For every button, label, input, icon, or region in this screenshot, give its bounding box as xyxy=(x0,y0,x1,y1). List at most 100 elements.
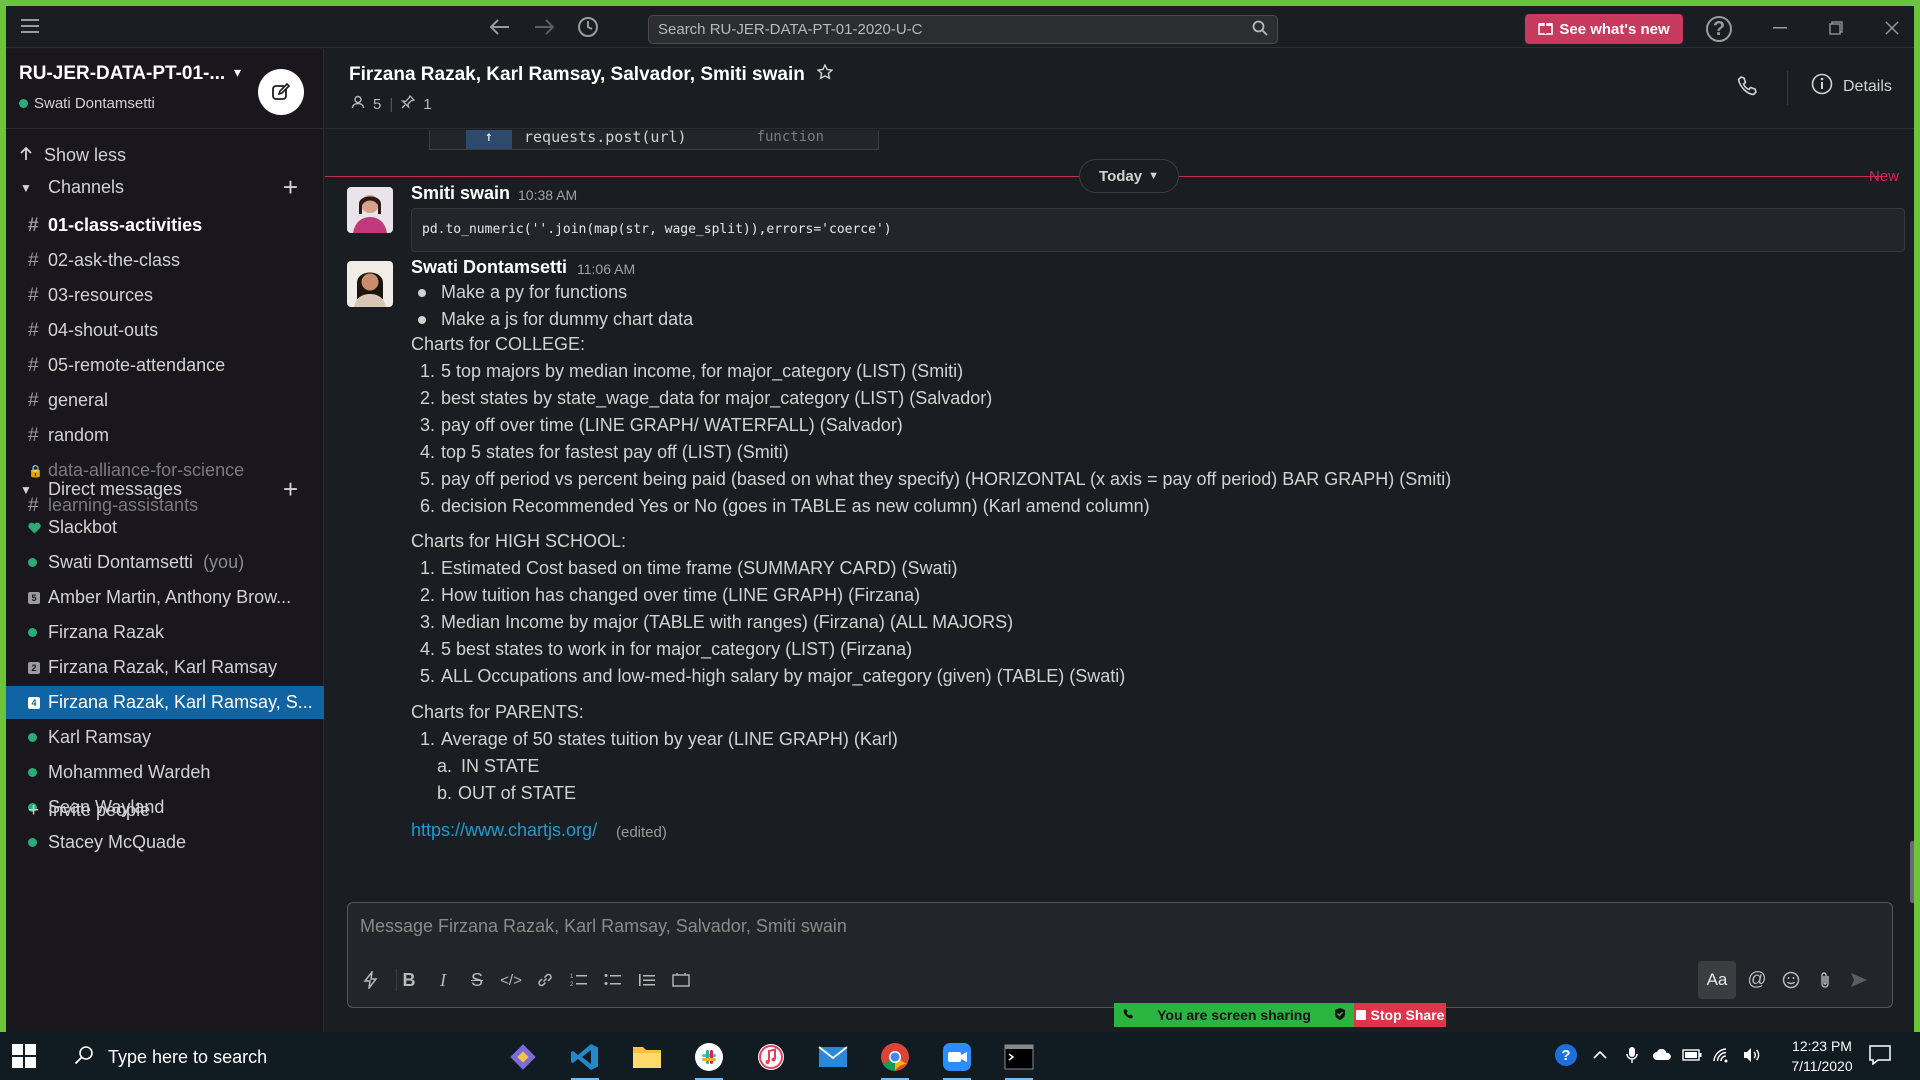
sidebar-dm-item[interactable]: Stacey McQuade xyxy=(6,826,324,859)
sidebar-dm-item[interactable]: Slackbot xyxy=(6,511,324,544)
sidebar-dm-item[interactable]: 5 Amber Martin, Anthony Brow... xyxy=(6,581,324,614)
file-explorer-icon[interactable] xyxy=(629,1039,665,1075)
pin-count[interactable]: 1 xyxy=(423,96,431,113)
add-channel-icon[interactable]: + xyxy=(283,172,298,203)
svg-text:?: ? xyxy=(1561,1047,1570,1064)
composer-placeholder[interactable]: Message Firzana Razak, Karl Ramsay, Salv… xyxy=(360,916,847,937)
mention-icon[interactable]: @ xyxy=(1742,965,1772,995)
compose-button[interactable] xyxy=(258,69,304,115)
help-tray-icon[interactable]: ? xyxy=(1554,1042,1578,1068)
code-icon[interactable]: </> xyxy=(496,965,526,995)
chrome-app-icon[interactable] xyxy=(877,1039,913,1080)
details-button[interactable]: Details xyxy=(1811,73,1892,100)
group-count-icon: 5 xyxy=(28,591,40,604)
close-icon[interactable] xyxy=(1880,16,1904,40)
sidebar-dm-item[interactable]: Mohammed Wardeh xyxy=(6,756,324,789)
scrollbar-thumb[interactable] xyxy=(1910,841,1914,903)
taskbar-search[interactable]: Type here to search xyxy=(62,1038,482,1076)
list-item: pay off over time (LINE GRAPH/ WATERFALL… xyxy=(441,415,903,435)
sidebar-channel-02-ask-the-class[interactable]: #02-ask-the-class xyxy=(6,244,324,277)
itunes-app-icon[interactable] xyxy=(753,1039,789,1075)
sidebar-channel-random[interactable]: # random xyxy=(6,419,324,452)
list-number: 1. xyxy=(419,729,435,749)
conversation-title[interactable]: Firzana Razak, Karl Ramsay, Salvador, Sm… xyxy=(349,63,834,86)
message-timestamp[interactable]: 10:38 AM xyxy=(518,187,577,203)
stop-share-button[interactable]: Stop Share xyxy=(1354,1003,1446,1027)
shortcuts-lightning-icon[interactable] xyxy=(356,965,386,995)
git-app-icon[interactable] xyxy=(505,1039,541,1075)
pin-icon[interactable] xyxy=(400,94,416,113)
message-composer[interactable]: Message Firzana Razak, Karl Ramsay, Salv… xyxy=(347,902,1893,1008)
mail-app-icon[interactable] xyxy=(815,1039,851,1075)
sidebar-channel-general[interactable]: # general xyxy=(6,384,324,417)
message-sender[interactable]: Smiti swain xyxy=(411,183,510,204)
sidebar-channel-04-shout-outs[interactable]: #04-shout-outs xyxy=(6,314,324,347)
message-link[interactable]: https://www.chartjs.org/ xyxy=(411,820,597,841)
link-icon[interactable] xyxy=(530,965,560,995)
members-icon[interactable] xyxy=(351,95,365,113)
sidebar-dm-item[interactable]: Swati Dontamsetti (you) xyxy=(6,546,324,579)
forward-arrow-icon[interactable] xyxy=(530,14,558,40)
wifi-icon[interactable] xyxy=(1710,1042,1734,1068)
screen-share-status[interactable]: You are screen sharing xyxy=(1114,1003,1354,1027)
workspace-header[interactable]: RU-JER-DATA-PT-01-... ▾ Swati Dontamsett… xyxy=(6,49,324,129)
notifications-icon[interactable] xyxy=(1866,1042,1894,1068)
italic-icon[interactable]: I xyxy=(428,965,458,995)
message-timestamp[interactable]: 11:06 AM xyxy=(577,261,635,277)
chevron-down-icon[interactable]: ▾ xyxy=(234,64,241,81)
whats-new-button[interactable]: See what's new xyxy=(1525,14,1683,44)
phone-icon[interactable] xyxy=(1735,75,1761,101)
caret-down-icon[interactable]: ▼ xyxy=(20,483,42,497)
channels-section-header[interactable]: ▼ Channels + xyxy=(20,172,310,202)
attachment-icon[interactable] xyxy=(1810,965,1840,995)
onedrive-cloud-icon[interactable] xyxy=(1650,1042,1674,1068)
volume-icon[interactable] xyxy=(1740,1042,1764,1068)
member-count[interactable]: 5 xyxy=(373,96,381,113)
invite-people-button[interactable]: + Invite people xyxy=(6,794,324,827)
show-less-button[interactable]: Show less xyxy=(20,145,126,166)
emoji-icon[interactable] xyxy=(1776,965,1806,995)
microphone-icon[interactable] xyxy=(1620,1042,1644,1068)
menu-icon[interactable] xyxy=(20,16,40,36)
code-block-icon[interactable] xyxy=(666,965,696,995)
caret-down-icon[interactable]: ▼ xyxy=(20,181,42,195)
sidebar-channel-01-class-activities[interactable]: #01-class-activities xyxy=(6,209,324,242)
search-input[interactable]: Search RU-JER-DATA-PT-01-2020-U-C xyxy=(648,15,1278,44)
sidebar-dm-item[interactable]: 2 Firzana Razak, Karl Ramsay xyxy=(6,651,324,684)
blockquote-icon[interactable] xyxy=(632,965,662,995)
formatting-toggle-button[interactable]: Aa xyxy=(1698,961,1736,999)
windows-taskbar: Type here to search ? 12:23 PM 7/11/2020 xyxy=(0,1032,1920,1080)
vscode-app-icon[interactable] xyxy=(567,1039,603,1080)
restore-icon[interactable] xyxy=(1824,16,1848,40)
avatar[interactable] xyxy=(347,261,393,307)
dm-section-header[interactable]: ▼ Direct messages + xyxy=(20,474,310,504)
strikethrough-icon[interactable]: S xyxy=(462,965,492,995)
date-divider-today[interactable]: Today ▼ xyxy=(1079,159,1179,193)
message-sender[interactable]: Swati Dontamsetti xyxy=(411,257,567,278)
add-dm-icon[interactable]: + xyxy=(283,474,298,505)
star-icon[interactable] xyxy=(816,63,834,86)
history-clock-icon[interactable] xyxy=(574,14,602,40)
conversation-title-text[interactable]: Firzana Razak, Karl Ramsay, Salvador, Sm… xyxy=(349,64,805,86)
bold-icon[interactable]: B xyxy=(394,965,424,995)
system-clock[interactable]: 12:23 PM 7/11/2020 xyxy=(1772,1036,1872,1076)
chevron-up-icon[interactable] xyxy=(1588,1042,1612,1068)
sidebar-dm-item[interactable]: Karl Ramsay xyxy=(6,721,324,754)
bulleted-list-icon[interactable] xyxy=(598,965,628,995)
zoom-app-icon[interactable] xyxy=(939,1039,975,1080)
sidebar-channel-05-remote-attendance[interactable]: #05-remote-attendance xyxy=(6,349,324,382)
sidebar-channel-03-resources[interactable]: #03-resources xyxy=(6,279,324,312)
sidebar-dm-item[interactable]: 4 Firzana Razak, Karl Ramsay, S... xyxy=(6,686,324,719)
ordered-list-icon[interactable]: 12 xyxy=(564,965,594,995)
send-icon[interactable] xyxy=(1844,965,1874,995)
back-arrow-icon[interactable] xyxy=(486,14,514,40)
avatar[interactable] xyxy=(347,187,393,233)
slack-app-icon[interactable] xyxy=(691,1039,727,1080)
help-icon[interactable]: ? xyxy=(1706,16,1732,42)
windows-start-icon[interactable] xyxy=(12,1044,36,1068)
sidebar-dm-item[interactable]: Firzana Razak xyxy=(6,616,324,649)
battery-icon[interactable] xyxy=(1680,1042,1704,1068)
terminal-app-icon[interactable] xyxy=(1001,1039,1037,1080)
minimize-icon[interactable] xyxy=(1768,16,1792,40)
workspace-name[interactable]: RU-JER-DATA-PT-01-... xyxy=(19,63,225,85)
